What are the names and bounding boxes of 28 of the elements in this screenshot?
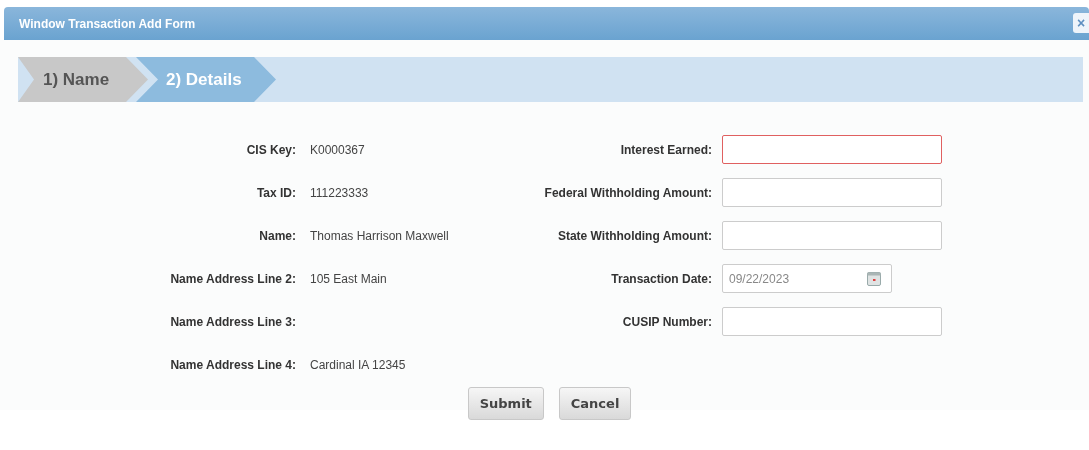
info-label: Tax ID:: [256, 185, 296, 200]
date-value: 09/22/2023: [729, 269, 849, 288]
field-label: Transaction Date:: [611, 271, 712, 286]
field-label: Interest Earned:: [620, 142, 712, 157]
info-value: 105 East Main: [310, 271, 387, 286]
date-field[interactable]: 09/22/2023: [722, 264, 892, 293]
info-label: Name Address Line 4:: [170, 357, 296, 372]
info-label: Name:: [259, 228, 296, 243]
field-label: CUSIP Number:: [622, 314, 712, 329]
form-button[interactable]: Submit: [467, 387, 544, 420]
info-label: Name Address Line 2:: [170, 271, 296, 286]
field-label: Federal Withholding Amount:: [544, 185, 712, 200]
info-label: Name Address Line 3:: [170, 314, 296, 329]
calendar-icon[interactable]: [867, 271, 881, 286]
input-field[interactable]: [722, 221, 942, 250]
window-title: Window Transaction Add Form: [19, 15, 196, 33]
input-field[interactable]: [722, 307, 942, 336]
form-button[interactable]: Cancel: [558, 387, 632, 420]
info-value: K0000367: [310, 142, 365, 157]
input-field[interactable]: [722, 178, 942, 207]
field-label: State Withholding Amount:: [557, 228, 712, 243]
info-label: CIS Key:: [246, 142, 296, 157]
info-value: Thomas Harrison Maxwell: [310, 228, 449, 243]
close-button[interactable]: ×: [1073, 13, 1089, 33]
step-tab[interactable]: 1) Name: [18, 57, 148, 102]
input-field[interactable]: [722, 135, 942, 164]
info-value: 111223333: [310, 185, 369, 200]
info-value: Cardinal IA 12345: [310, 357, 406, 372]
